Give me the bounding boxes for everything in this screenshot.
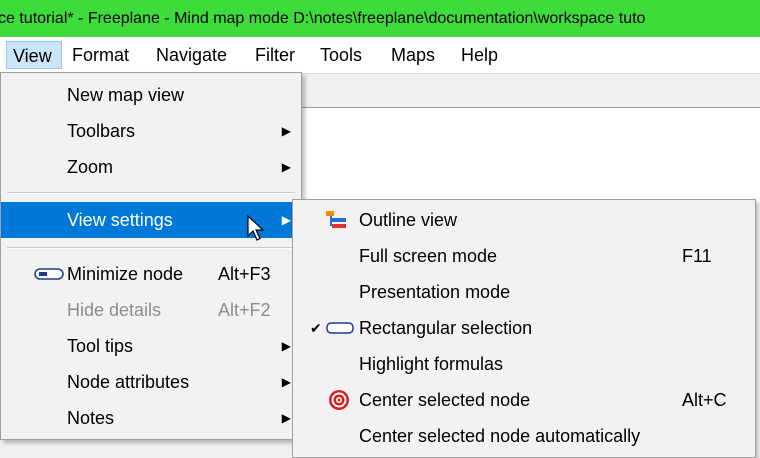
window-title-bar: ce tutorial* - Freeplane - Mind map mode… xyxy=(0,0,760,37)
submenu-arrow-icon: ▶ xyxy=(281,375,291,389)
submenu-arrow-icon: ▶ xyxy=(281,411,291,425)
menu-item-label: Hide details xyxy=(67,300,162,320)
menu-item-label: Minimize node xyxy=(67,264,184,284)
menu-item-accelerator: F11 xyxy=(682,246,712,266)
menu-item-label: View settings xyxy=(67,210,173,230)
menu-item-center-selected-node[interactable]: Center selected node Alt+C xyxy=(293,382,755,418)
menu-help[interactable]: Help xyxy=(455,41,504,69)
menu-item-accelerator: Alt+C xyxy=(682,390,727,410)
menu-item-label: Center selected node xyxy=(359,390,531,410)
menu-item-label: Tool tips xyxy=(67,336,134,356)
menu-navigate[interactable]: Navigate xyxy=(150,41,233,69)
menu-item-zoom[interactable]: Zoom ▶ xyxy=(1,149,301,185)
menu-item-label: Node attributes xyxy=(67,372,190,392)
menu-item-toolbars[interactable]: Toolbars ▶ xyxy=(1,113,301,149)
rectangular-selection-icon xyxy=(326,322,354,334)
menu-separator xyxy=(7,192,295,194)
menu-item-presentation-mode[interactable]: Presentation mode xyxy=(293,274,755,310)
outline-view-icon xyxy=(326,211,346,228)
menu-item-label: Notes xyxy=(67,408,115,428)
menu-item-accelerator: Alt+F3 xyxy=(218,264,271,284)
menu-item-label: Center selected node automatically xyxy=(359,426,641,446)
menu-item-label: Outline view xyxy=(359,210,458,230)
submenu-arrow-icon: ▶ xyxy=(281,124,291,138)
menu-view[interactable]: View xyxy=(6,41,62,69)
menu-item-label: Toolbars xyxy=(67,121,136,141)
submenu-arrow-icon: ▶ xyxy=(281,213,291,227)
window-title: ce tutorial* - Freeplane - Mind map mode… xyxy=(0,10,646,27)
menu-item-tool-tips[interactable]: Tool tips ▶ xyxy=(1,328,301,364)
menu-item-accelerator: Alt+F2 xyxy=(218,300,271,320)
mouse-cursor-icon xyxy=(247,214,265,241)
menu-item-center-selected-node-automatically[interactable]: Center selected node automatically xyxy=(293,418,755,454)
view-menu: New map view Toolbars ▶ Zoom ▶ View sett… xyxy=(0,72,302,440)
menu-item-label: Presentation mode xyxy=(359,282,511,302)
menu-maps[interactable]: Maps xyxy=(385,41,441,69)
menu-item-highlight-formulas[interactable]: Highlight formulas xyxy=(293,346,755,382)
menu-filter[interactable]: Filter xyxy=(249,41,301,69)
target-icon xyxy=(329,390,349,410)
view-settings-submenu: Outline view Full screen mode F11 Presen… xyxy=(292,199,756,458)
menu-item-label: Rectangular selection xyxy=(359,318,533,338)
menu-item-label: Full screen mode xyxy=(359,246,498,266)
menu-format[interactable]: Format xyxy=(66,41,135,69)
minimize-node-icon xyxy=(34,268,64,280)
menu-separator xyxy=(7,247,295,249)
menu-item-new-map-view[interactable]: New map view xyxy=(1,77,301,113)
submenu-arrow-icon: ▶ xyxy=(281,339,291,353)
menu-item-notes[interactable]: Notes ▶ xyxy=(1,400,301,436)
submenu-arrow-icon: ▶ xyxy=(281,160,291,174)
menu-item-outline-view[interactable]: Outline view xyxy=(293,202,755,238)
checkmark-icon: ✔ xyxy=(310,320,322,336)
menu-item-label: New map view xyxy=(67,85,185,105)
menu-item-label: Zoom xyxy=(67,157,114,177)
menu-bar: View Format Navigate Filter Tools Maps H… xyxy=(0,37,760,74)
menu-item-rectangular-selection[interactable]: ✔ Rectangular selection xyxy=(293,310,755,346)
menu-item-full-screen-mode[interactable]: Full screen mode F11 xyxy=(293,238,755,274)
menu-item-hide-details[interactable]: Hide details Alt+F2 xyxy=(1,292,301,328)
menu-item-node-attributes[interactable]: Node attributes ▶ xyxy=(1,364,301,400)
menu-item-label: Highlight formulas xyxy=(359,354,504,374)
menu-tools[interactable]: Tools xyxy=(314,41,368,69)
menu-item-minimize-node[interactable]: Minimize node Alt+F3 xyxy=(1,256,301,292)
